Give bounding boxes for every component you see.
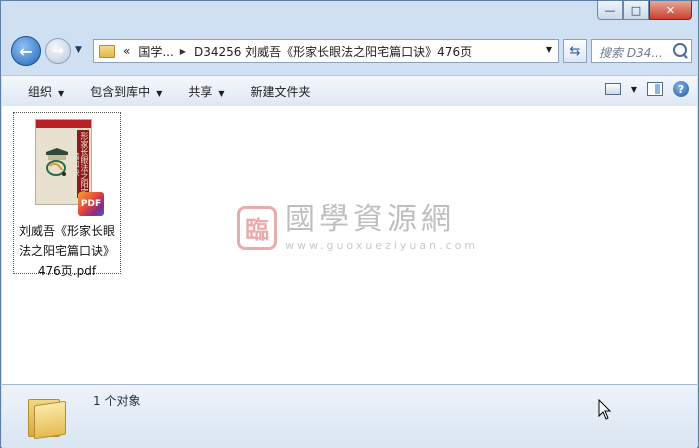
folder-icon <box>99 44 115 58</box>
breadcrumb-overflow[interactable]: « <box>123 44 130 58</box>
search-box[interactable]: 搜索 D34... <box>591 39 692 63</box>
close-button[interactable]: ✕ <box>649 1 692 20</box>
breadcrumb-current[interactable]: D34256 刘威吾《形家长眼法之阳宅篇口诀》476页 <box>194 43 472 60</box>
forward-arrow-icon: → <box>52 43 64 59</box>
new-folder-button[interactable]: 新建文件夹 <box>251 83 311 100</box>
toolbar-right: ▼ ? <box>604 81 689 97</box>
command-bar: 组织 ▼ 包含到库中 ▼ 共享 ▼ 新建文件夹 ▼ ? <box>2 75 697 107</box>
folder-icon <box>28 395 66 440</box>
minimize-button[interactable]: — <box>597 1 623 20</box>
change-view-icon[interactable] <box>604 83 621 95</box>
details-pane: 1 个对象 <box>2 384 697 448</box>
chevron-down-icon: ▼ <box>218 88 225 98</box>
watermark: 臨 國學資源網 www.guoxueziyuan.com <box>237 203 478 252</box>
search-icon[interactable] <box>673 43 687 57</box>
folder-front <box>34 400 66 440</box>
pdf-icon: PDF <box>78 192 104 216</box>
refresh-icon: ⇆ <box>569 43 581 59</box>
chevron-down-icon: ▼ <box>156 88 163 98</box>
share-menu[interactable]: 共享 ▼ <box>188 83 224 100</box>
caption-buttons: — □ ✕ <box>597 1 692 21</box>
watermark-logo: 臨 <box>237 205 277 250</box>
maximize-button[interactable]: □ <box>623 1 649 20</box>
address-dropdown-icon[interactable]: ▼ <box>546 45 552 54</box>
watermark-text: 國學資源網 www.guoxueziyuan.com <box>285 202 479 253</box>
watermark-url: www.guoxueziyuan.com <box>285 239 479 252</box>
mouse-cursor-icon <box>598 399 612 420</box>
include-in-library-menu[interactable]: 包含到库中 ▼ <box>90 83 162 100</box>
view-options-chevron-icon[interactable]: ▼ <box>631 85 637 94</box>
organize-label: 组织 <box>28 84 53 99</box>
item-count: 1 个对象 <box>93 394 141 408</box>
pdf-thumbnail: 形家长眼法之阳宅篇口诀 PDF <box>35 119 104 216</box>
new-folder-label: 新建文件夹 <box>250 84 311 99</box>
breadcrumb-root[interactable]: 国学... <box>138 43 173 60</box>
file-list-pane[interactable]: 形家长眼法之阳宅篇口诀 PDF 刘威吾《形家长眼法之阳宅篇口诀》476页.pdf… <box>2 106 697 384</box>
navigation-bar: ← → ▼ « 国学... ▶ D34256 刘威吾《形家长眼法之阳宅篇口诀》4… <box>9 36 692 66</box>
address-bar[interactable]: « 国学... ▶ D34256 刘威吾《形家长眼法之阳宅篇口诀》476页 ▼ <box>93 39 559 63</box>
search-placeholder: 搜索 D34... <box>599 46 663 60</box>
file-item-pdf[interactable]: 形家长眼法之阳宅篇口诀 PDF 刘威吾《形家长眼法之阳宅篇口诀》476页.pdf <box>13 112 121 278</box>
breadcrumb-separator-icon[interactable]: ▶ <box>180 47 186 56</box>
cover-top-band <box>36 120 91 128</box>
recent-pages-dropdown[interactable]: ▼ <box>75 45 82 55</box>
include-in-library-label: 包含到库中 <box>90 84 151 99</box>
cover-spine-title: 形家长眼法之阳宅篇口诀 <box>77 130 89 198</box>
watermark-title: 國學資源網 <box>285 202 455 237</box>
cover-illustration-icon <box>46 148 68 176</box>
back-button[interactable]: ← <box>11 36 41 66</box>
help-icon[interactable]: ? <box>673 81 689 97</box>
organize-menu[interactable]: 组织 ▼ <box>28 83 64 100</box>
preview-pane-icon[interactable] <box>647 82 663 96</box>
refresh-button[interactable]: ⇆ <box>563 39 587 63</box>
explorer-window: — □ ✕ ← → ▼ « 国学... ▶ D34256 刘威吾《形家长眼法之阳… <box>0 0 699 448</box>
share-label: 共享 <box>188 84 213 99</box>
chevron-down-icon: ▼ <box>58 88 65 98</box>
file-name[interactable]: 刘威吾《形家长眼法之阳宅篇口诀》476页.pdf <box>14 221 120 281</box>
forward-button[interactable]: → <box>45 38 71 64</box>
back-arrow-icon: ← <box>19 41 33 61</box>
